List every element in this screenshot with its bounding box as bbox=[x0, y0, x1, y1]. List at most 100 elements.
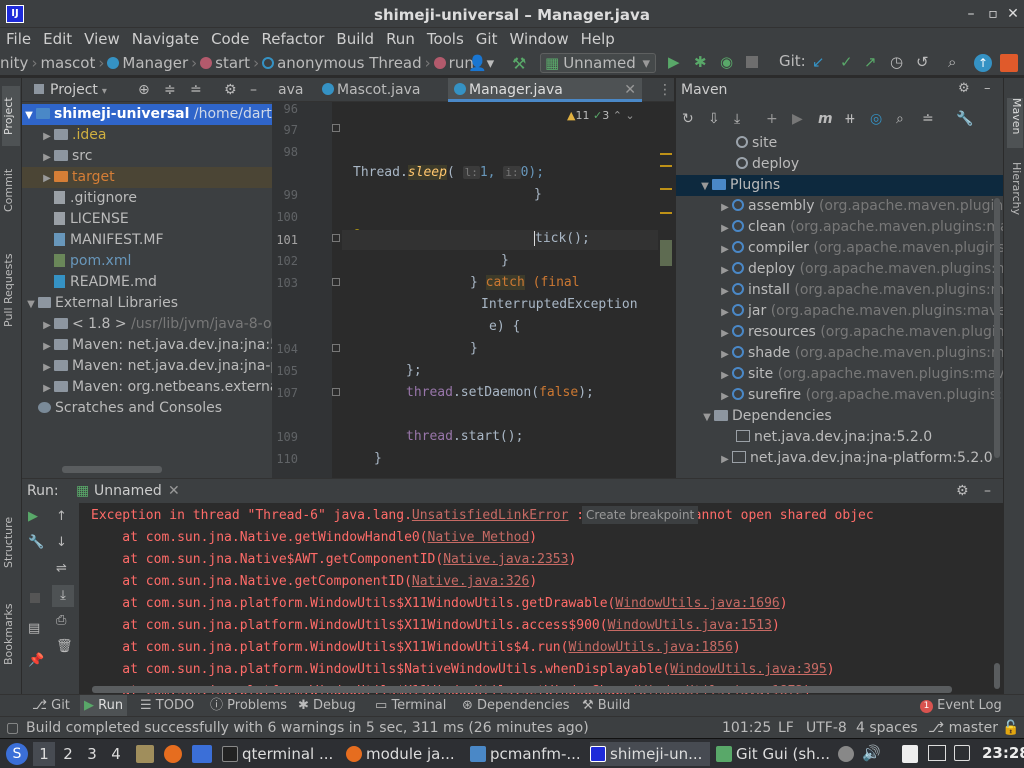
maven-plugin-item[interactable]: ▶ shade (org.apache.maven.plugins:ma bbox=[718, 343, 1013, 364]
maven-plugin-item[interactable]: ▶ clean (org.apache.maven.plugins:ma bbox=[718, 217, 1009, 238]
maven-lifecycle-item[interactable]: deploy bbox=[736, 154, 799, 175]
hide-icon[interactable]: – bbox=[250, 78, 257, 102]
menu-edit[interactable]: Edit bbox=[37, 28, 78, 50]
collapse-icon[interactable]: ≐ bbox=[922, 111, 956, 127]
fold-marker-icon[interactable] bbox=[332, 124, 340, 132]
tree-item-lib[interactable]: ▶ Maven: net.java.dev.jna:jna-p bbox=[40, 356, 279, 377]
tree-item-idea[interactable]: ▶ .idea bbox=[40, 125, 106, 146]
maven-lifecycle-item[interactable]: site bbox=[736, 133, 777, 154]
tab-file[interactable]: ava bbox=[272, 78, 309, 102]
fold-marker-icon[interactable] bbox=[332, 388, 340, 396]
tool-tab-dependencies[interactable]: ⊛ Dependencies bbox=[462, 695, 570, 717]
scroll-to-end-icon[interactable]: ⤓ bbox=[52, 585, 74, 607]
chevron-down-icon[interactable]: ▾ bbox=[102, 86, 107, 97]
git-update-icon[interactable]: ↙ bbox=[812, 53, 825, 71]
menu-navigate[interactable]: Navigate bbox=[126, 28, 205, 50]
add-icon[interactable]: + bbox=[766, 111, 792, 127]
locate-icon[interactable]: ⊕ bbox=[138, 78, 150, 102]
stop-icon[interactable] bbox=[30, 593, 40, 603]
breadcrumb-item[interactable]: start bbox=[215, 54, 250, 72]
horizontal-scrollbar[interactable] bbox=[62, 466, 162, 473]
tool-tab-terminal[interactable]: ▭ Terminal bbox=[375, 695, 446, 717]
debug-icon[interactable]: ✱ bbox=[694, 53, 707, 71]
print-icon[interactable]: ⎙ bbox=[56, 613, 66, 628]
reload-icon[interactable]: ↻ bbox=[682, 111, 708, 127]
update-icon[interactable]: ↑ bbox=[974, 54, 992, 72]
maven-dependency-item[interactable]: net.java.dev.jna:jna:5.2.0 bbox=[736, 427, 932, 448]
stacktrace-link[interactable]: WindowUtils.java:1696 bbox=[615, 596, 779, 611]
stacktrace-link[interactable]: Native.java:326 bbox=[412, 574, 529, 589]
tool-tab-git[interactable]: ⎇ Git bbox=[32, 695, 70, 717]
task-git-gui[interactable]: Git Gui (sh... bbox=[716, 742, 832, 766]
rollback-icon[interactable]: ↺ bbox=[916, 53, 929, 71]
tab-mascot-java[interactable]: Mascot.java bbox=[316, 78, 427, 102]
line-separator[interactable]: LF bbox=[778, 717, 794, 739]
git-commit-icon[interactable]: ✓ bbox=[840, 53, 853, 71]
fold-marker-icon[interactable] bbox=[332, 234, 340, 242]
tool-tab-commit[interactable]: Commit bbox=[2, 160, 20, 220]
vertical-scrollbar[interactable] bbox=[994, 663, 1000, 689]
download-icon[interactable]: ⤓ bbox=[734, 111, 766, 127]
pin-icon[interactable]: 📌 bbox=[28, 653, 44, 668]
menu-tools[interactable]: Tools bbox=[421, 28, 470, 50]
menu-run[interactable]: Run bbox=[380, 28, 421, 50]
stacktrace-link[interactable]: WindowUtils.java:1856 bbox=[568, 640, 732, 655]
keyboard-icon[interactable] bbox=[928, 745, 946, 761]
indent-setting[interactable]: 4 spaces bbox=[856, 717, 918, 739]
soft-wrap-icon[interactable]: ⇌ bbox=[56, 561, 67, 576]
tool-tab-project[interactable]: Project bbox=[2, 86, 20, 146]
menu-help[interactable]: Help bbox=[575, 28, 621, 50]
stacktrace-link[interactable]: WindowUtils.java:395 bbox=[670, 662, 827, 677]
status-message[interactable]: Build completed successfully with 6 warn… bbox=[26, 717, 589, 739]
search-icon[interactable]: ⌕ bbox=[948, 53, 956, 71]
workspace-4[interactable]: 4 bbox=[105, 742, 127, 766]
breadcrumb-item[interactable]: nity bbox=[0, 54, 28, 72]
gear-icon[interactable]: ⚙ bbox=[956, 479, 969, 503]
task-qterminal[interactable]: qterminal ... bbox=[222, 742, 340, 766]
vertical-scrollbar[interactable] bbox=[994, 198, 1000, 458]
tool-tab-pull-requests[interactable]: Pull Requests bbox=[2, 243, 20, 338]
maven-plugin-item[interactable]: ▶ site (org.apache.maven.plugins:mav bbox=[718, 364, 1004, 385]
maven-plugin-item[interactable]: ▶ resources (org.apache.maven.plugins: bbox=[718, 322, 1016, 343]
workspace-3[interactable]: 3 bbox=[81, 742, 103, 766]
maven-plugin-item[interactable]: ▶ compiler (org.apache.maven.plugins:m bbox=[718, 238, 1023, 259]
layout-icon[interactable]: ▤ bbox=[28, 621, 40, 636]
clipboard-icon[interactable] bbox=[902, 745, 918, 763]
menu-file[interactable]: File bbox=[0, 28, 37, 50]
tree-root[interactable]: ▼ shimeji-universal /home/dartz bbox=[22, 104, 279, 125]
tree-item-manifest[interactable]: MANIFEST.MF bbox=[54, 230, 164, 251]
menu-view[interactable]: View bbox=[78, 28, 126, 50]
coverage-icon[interactable]: ◉ bbox=[720, 53, 733, 71]
expand-all-icon[interactable]: ≑ bbox=[164, 78, 176, 102]
workspace-1[interactable]: 1 bbox=[33, 742, 55, 766]
scroll-up-icon[interactable]: ↑ bbox=[56, 509, 67, 524]
stop-icon[interactable] bbox=[746, 56, 758, 68]
tree-item-pom[interactable]: pom.xml bbox=[54, 251, 131, 272]
menu-build[interactable]: Build bbox=[330, 28, 380, 50]
user-icon[interactable]: 👤▾ bbox=[468, 54, 494, 72]
error-stripe-mark[interactable] bbox=[660, 212, 672, 214]
workspace-2[interactable]: 2 bbox=[57, 742, 79, 766]
breadcrumb-item[interactable]: Manager bbox=[122, 54, 188, 72]
desktop-icon[interactable] bbox=[192, 745, 212, 763]
maven-dependencies-node[interactable]: ▼ Dependencies bbox=[700, 406, 832, 427]
maven-dependency-item[interactable]: ▶ net.java.dev.jna:jna-platform:5.2.0 bbox=[718, 448, 993, 469]
stacktrace-link[interactable]: UnsatisfiedLinkError bbox=[412, 508, 569, 523]
error-stripe-mark[interactable] bbox=[660, 240, 672, 266]
fold-marker-icon[interactable] bbox=[332, 278, 340, 286]
menu-refactor[interactable]: Refactor bbox=[255, 28, 330, 50]
tree-item-lib[interactable]: ▶ Maven: net.java.dev.jna:jna:5 bbox=[40, 335, 279, 356]
tray-icon[interactable] bbox=[838, 746, 854, 762]
tab-manager-java[interactable]: Manager.java ✕ bbox=[448, 78, 642, 102]
horizontal-scrollbar[interactable] bbox=[92, 686, 952, 693]
maven-plugin-item[interactable]: ▶ assembly (org.apache.maven.plugins: bbox=[718, 196, 1015, 217]
maven-plugin-item[interactable]: ▶ jar (org.apache.maven.plugins:mave bbox=[718, 301, 1006, 322]
maximize-icon[interactable]: ▫ bbox=[984, 5, 1002, 23]
network-icon[interactable] bbox=[954, 745, 970, 761]
error-stripe-mark[interactable] bbox=[660, 153, 672, 155]
clock[interactable]: 23:28 bbox=[982, 744, 1024, 762]
tree-item-jdk[interactable]: ▶ < 1.8 > /usr/lib/jvm/java-8-op bbox=[40, 314, 280, 335]
file-manager-icon[interactable] bbox=[136, 745, 154, 763]
skip-tests-icon[interactable]: ◎ bbox=[870, 111, 896, 127]
tree-item-target[interactable]: ▶ target bbox=[22, 167, 272, 188]
